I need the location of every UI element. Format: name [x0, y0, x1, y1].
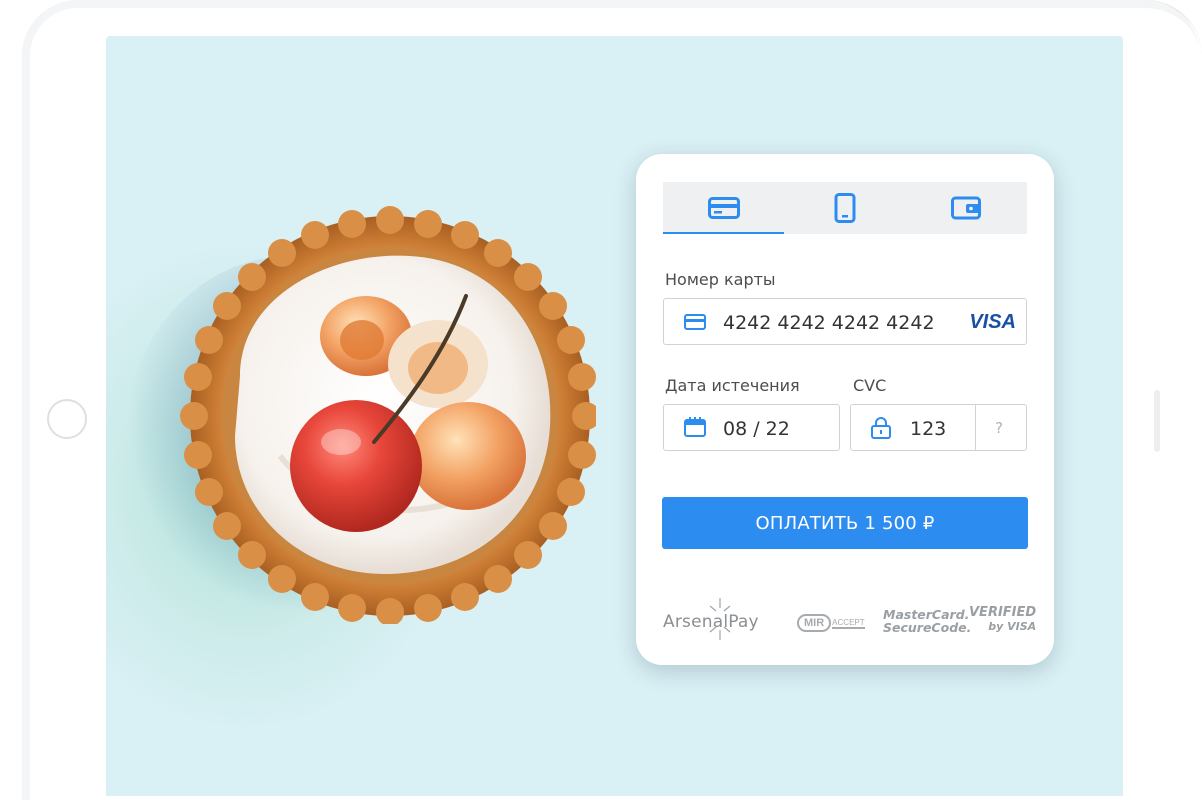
cvc-help-button[interactable]: ?: [995, 419, 1003, 437]
expiry-label: Дата истечения: [665, 376, 800, 395]
mastercard-securecode-logo: MasterCard. SecureCode.: [883, 607, 972, 635]
tab-card[interactable]: [663, 182, 785, 234]
payment-method-tabs: [663, 182, 1027, 234]
expiry-input[interactable]: 08 / 22: [723, 418, 790, 440]
cvc-label: CVC: [853, 376, 887, 395]
payment-logos: ArsenalPay MIR ACCEPT MasterCard. Secure…: [663, 594, 1036, 644]
lock-icon: [871, 417, 891, 439]
card-number-field[interactable]: 4242 4242 4242 4242 VISA: [663, 298, 1027, 345]
calendar-icon: [684, 417, 706, 437]
home-button[interactable]: [47, 399, 87, 439]
cvc-input[interactable]: 123: [910, 418, 946, 440]
card-number-input[interactable]: 4242 4242 4242 4242: [723, 312, 935, 334]
cvc-divider: [975, 405, 976, 450]
cherry-tart-image: [176, 204, 600, 626]
card-number-label: Номер карты: [665, 270, 776, 289]
verified-by-visa-logo: VERIFIED by VISA: [969, 605, 1037, 634]
mir-accept-logo: MIR ACCEPT: [797, 612, 865, 634]
visa-logo: VISA: [969, 311, 1016, 333]
tab-phone[interactable]: [784, 182, 905, 234]
mobile-phone-icon: [834, 193, 856, 223]
credit-card-icon: [707, 197, 740, 219]
sparkle-icon: [709, 598, 731, 640]
payment-card: Номер карты 4242 4242 4242 4242 VISA Дат…: [636, 154, 1054, 665]
side-button[interactable]: [1154, 390, 1160, 452]
wallet-icon: [951, 196, 982, 220]
credit-card-icon: [684, 314, 706, 330]
pay-button[interactable]: ОПЛАТИТЬ 1 500 ₽: [662, 497, 1028, 549]
expiry-field[interactable]: 08 / 22: [663, 404, 840, 451]
tab-wallet[interactable]: [906, 182, 1027, 234]
cvc-field[interactable]: 123 ?: [850, 404, 1027, 451]
